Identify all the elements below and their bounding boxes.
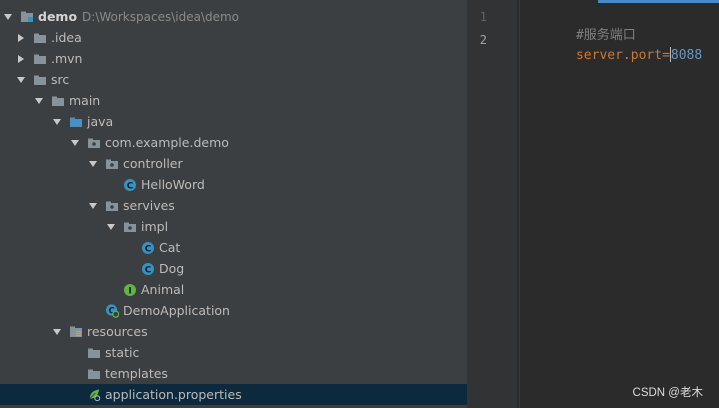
property-value: 8088 [670, 48, 703, 63]
tree-item-label: Cat [159, 240, 181, 255]
tree-item-label: application.properties [105, 387, 242, 402]
tree-row-main[interactable]: main [0, 90, 467, 111]
property-separator: = [662, 48, 670, 63]
tree-row-controller[interactable]: controller [0, 153, 467, 174]
tree-item-label: Animal [141, 282, 185, 297]
tree-item-label: demo [38, 9, 78, 24]
tree-row-application-properties[interactable]: application.properties [0, 384, 467, 405]
tree-row-mvn[interactable]: .mvn [0, 48, 467, 69]
resources-folder-icon [69, 325, 83, 339]
folder-icon [87, 346, 101, 360]
chevron-down-icon[interactable] [15, 74, 27, 86]
tree-item-label: main [69, 93, 101, 108]
chevron-down-icon[interactable] [105, 221, 117, 233]
package-icon [87, 136, 101, 150]
properties-file-icon [87, 388, 101, 402]
tree-row-cat[interactable]: C Cat [0, 237, 467, 258]
folder-icon [33, 31, 47, 45]
tree-row-impl[interactable]: impl [0, 216, 467, 237]
chevron-down-icon[interactable] [51, 116, 63, 128]
tree-row-static[interactable]: static [0, 342, 467, 363]
watermark: CSDN @老木 [632, 387, 703, 399]
tree-item-label: src [51, 72, 70, 87]
tree-item-label: com.example.demo [105, 135, 229, 150]
tree-row-java[interactable]: java [0, 111, 467, 132]
project-path: D:\Workspaces\idea\demo [82, 9, 240, 24]
module-folder-icon [20, 10, 34, 24]
svg-text:I: I [128, 286, 131, 296]
code-line-2[interactable]: server.port=8088 [529, 32, 702, 78]
tree-item-label: static [105, 345, 140, 360]
tree-row-templates[interactable]: templates [0, 363, 467, 384]
tree-item-label: servives [123, 198, 175, 213]
tree-row-package-demo[interactable]: com.example.demo [0, 132, 467, 153]
tree-row-resources[interactable]: resources [0, 321, 467, 342]
project-tree[interactable]: demo D:\Workspaces\idea\demo .idea .mvn [0, 0, 467, 408]
tree-row-demoapplication[interactable]: C DemoApplication [0, 300, 467, 321]
tree-item-label: controller [123, 156, 183, 171]
svg-text:C: C [145, 265, 152, 275]
spring-boot-class-icon: C [105, 304, 119, 318]
line-number-gutter: 1 2 [467, 0, 517, 408]
tree-item-label: .idea [51, 30, 82, 45]
line-number: 1 [479, 10, 487, 24]
folder-icon [87, 367, 101, 381]
class-icon: C [141, 262, 155, 276]
active-tab-indicator [598, 0, 719, 3]
folder-icon [51, 94, 65, 108]
property-key: server.port [575, 48, 663, 63]
interface-icon: I [123, 283, 137, 297]
chevron-down-icon[interactable] [51, 326, 63, 338]
source-folder-icon [69, 115, 83, 129]
chevron-down-icon[interactable] [33, 95, 45, 107]
class-icon: C [141, 241, 155, 255]
tree-row-animal[interactable]: I Animal [0, 279, 467, 300]
chevron-down-icon[interactable] [2, 11, 14, 23]
ide-window: demo D:\Workspaces\idea\demo .idea .mvn [0, 0, 719, 408]
tree-item-label: .mvn [51, 51, 83, 66]
tree-item-label: Dog [159, 261, 185, 276]
tree-item-label: java [87, 114, 114, 129]
tree-row-demo[interactable]: demo D:\Workspaces\idea\demo [0, 6, 467, 27]
tree-row-dog[interactable]: C Dog [0, 258, 467, 279]
package-icon [123, 220, 137, 234]
tree-row-src[interactable]: src [0, 69, 467, 90]
chevron-down-icon[interactable] [87, 158, 99, 170]
chevron-right-icon[interactable] [15, 53, 27, 65]
tree-item-label: HelloWord [141, 177, 205, 192]
folder-icon [33, 52, 47, 66]
tree-row-servives[interactable]: servives [0, 195, 467, 216]
editor[interactable]: 1 2 #服务端口 server.port=8088 [467, 0, 719, 408]
tree-row-idea[interactable]: .idea [0, 27, 467, 48]
class-icon: C [123, 178, 137, 192]
chevron-down-icon[interactable] [69, 137, 81, 149]
tree-item-label: impl [141, 219, 169, 234]
package-icon [105, 199, 119, 213]
tree-row-helloword[interactable]: C HelloWord [0, 174, 467, 195]
chevron-down-icon[interactable] [87, 200, 99, 212]
chevron-right-icon[interactable] [15, 32, 27, 44]
folder-icon [33, 73, 47, 87]
tree-item-label: templates [105, 366, 168, 381]
tree-item-label: DemoApplication [123, 303, 230, 318]
tree-item-label: resources [87, 324, 148, 339]
svg-text:C: C [127, 181, 134, 191]
line-number: 2 [479, 33, 487, 47]
package-icon [105, 157, 119, 171]
svg-text:C: C [145, 244, 152, 254]
gutter-divider [519, 0, 520, 408]
